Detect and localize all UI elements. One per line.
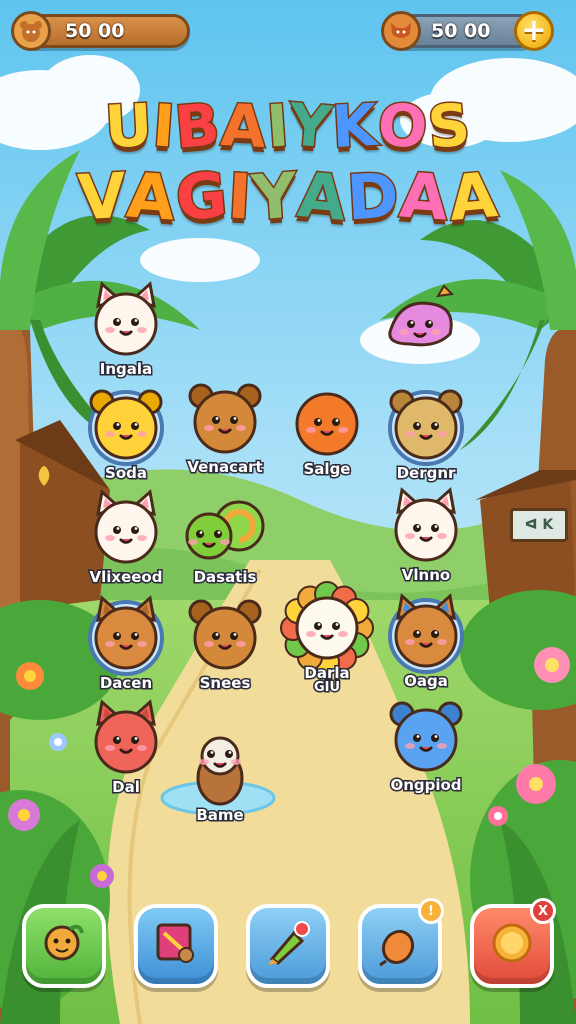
- pet-blue-bear[interactable]: Ongpiod: [366, 696, 486, 796]
- title-letter: G: [172, 156, 233, 236]
- game-title-line2: VAGIYADAA: [0, 156, 576, 237]
- title-letter: A: [294, 157, 352, 237]
- fox-coin-icon: [381, 11, 421, 51]
- pet-cat-white-3[interactable]: Vlnno: [366, 486, 486, 586]
- pet-label: Ingala: [98, 359, 153, 380]
- coin-shop-icon: [488, 919, 536, 973]
- pet-coin-icon: [11, 11, 51, 51]
- pet-label: Dergnr: [395, 463, 457, 484]
- title-letter: A: [217, 89, 269, 162]
- title-letter: V: [75, 157, 131, 235]
- pet-label: Ongpiod: [389, 775, 463, 796]
- food-icon: [376, 919, 424, 973]
- pet-tabby-cat-2[interactable]: Oaga: [366, 592, 486, 692]
- game-title-line1: UIBAIYKOS: [0, 89, 576, 164]
- add-coins-button[interactable]: +: [514, 11, 554, 51]
- title-letter: A: [123, 157, 180, 236]
- pet-cat-white[interactable]: Ingala: [66, 280, 186, 380]
- title-letter: A: [396, 157, 453, 236]
- pet-pink-blob[interactable]: [360, 282, 480, 368]
- title-letter: S: [424, 89, 476, 163]
- nav-button-shop[interactable]: X: [470, 898, 556, 988]
- title-letter: K: [329, 89, 381, 162]
- cat-white-icon: [66, 280, 186, 366]
- pet-green-snail[interactable]: Dasatis: [165, 488, 285, 588]
- title-letter: D: [344, 157, 403, 236]
- tan-hamster-icon: [366, 384, 486, 470]
- title-letter: Y: [285, 89, 337, 163]
- pet-label: Bame: [195, 805, 245, 826]
- hamster-pond-icon: [160, 726, 280, 812]
- title-letter: U: [102, 89, 157, 162]
- wooden-sign: ᐊ K: [510, 508, 568, 542]
- title-letter: B: [171, 89, 225, 164]
- green-snail-icon: [165, 488, 285, 574]
- nav-button-brush[interactable]: [246, 904, 330, 988]
- tabby-cat-2-icon: [366, 592, 486, 678]
- pet-label: Oaga: [403, 671, 450, 692]
- nav-button-book[interactable]: [134, 904, 218, 988]
- blue-bear-icon: [366, 696, 486, 782]
- sign-text: ᐊ K: [524, 517, 554, 533]
- pet-tan-hamster[interactable]: Dergnr: [366, 384, 486, 484]
- notification-badge: X: [530, 898, 556, 924]
- pet-label: Vlnno: [400, 565, 451, 586]
- title-letter: O: [374, 89, 432, 163]
- brush-icon: [264, 919, 312, 973]
- nav-button-pets[interactable]: [22, 904, 106, 988]
- coin-counter-left: 50 00: [11, 11, 190, 51]
- coin-value-left: 50 00: [65, 20, 125, 42]
- book-icon: [152, 919, 200, 973]
- pet-hamster-pond[interactable]: Bame: [160, 726, 280, 826]
- coin-value-right: 50 00: [431, 20, 491, 42]
- nav-button-food[interactable]: !: [358, 898, 444, 988]
- pets-icon: [40, 919, 88, 973]
- pink-blob-icon: [360, 282, 480, 368]
- title-letter: A: [444, 157, 502, 237]
- cat-white-3-icon: [366, 486, 486, 572]
- title-letter: Y: [248, 157, 302, 236]
- notification-badge: !: [418, 898, 444, 924]
